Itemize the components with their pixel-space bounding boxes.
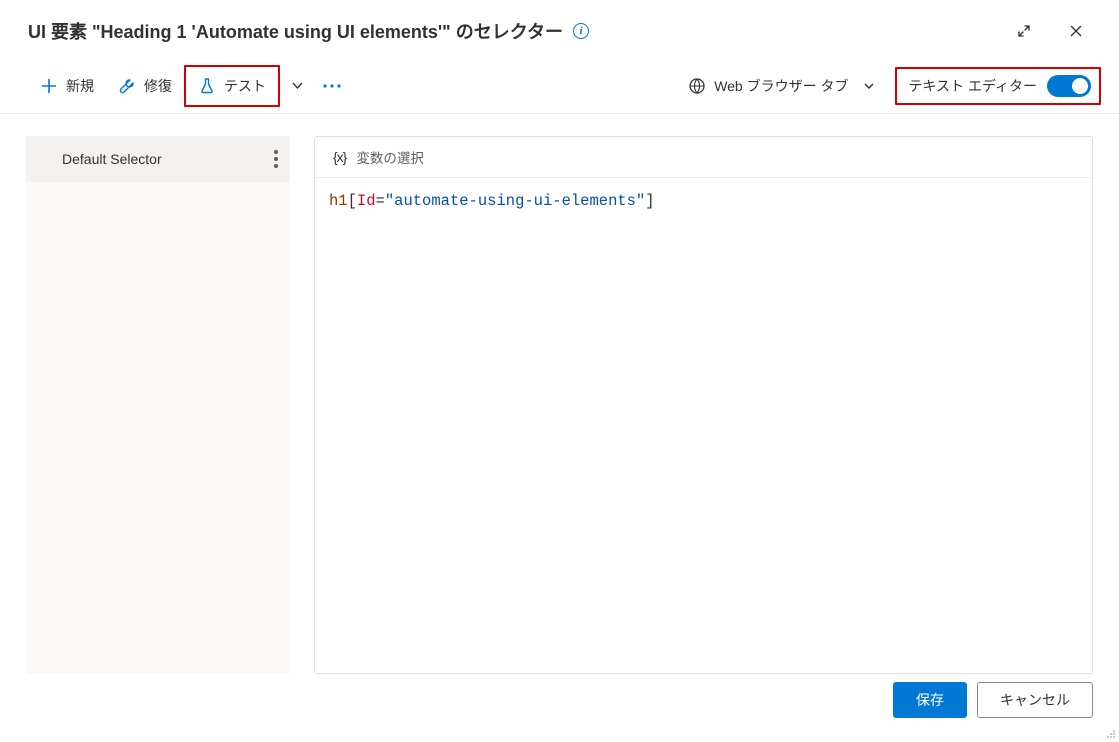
globe-icon [688,77,706,95]
repair-label: 修復 [144,76,172,96]
selector-item-more-button[interactable] [274,150,278,168]
browser-tab-label: Web ブラウザー タブ [714,76,848,96]
code-attr: Id [357,192,376,210]
text-editor-label: テキスト エディター [909,76,1038,96]
cancel-label: キャンセル [1000,690,1070,710]
selector-item-label: Default Selector [62,151,162,167]
text-editor-toggle[interactable] [1047,75,1091,97]
variable-select-button[interactable]: {x} 変数の選択 [315,137,1092,178]
new-button[interactable]: 新規 [28,67,106,105]
test-label: テスト [224,76,266,96]
variable-braces-icon: {x} [333,149,346,165]
toolbar: 新規 修復 テスト Web ブラウザー タブ テキスト エディター [0,58,1119,114]
more-horizontal-icon [323,84,341,88]
close-icon [1069,24,1083,38]
toolbar-more-button[interactable] [314,67,350,105]
highlight-text-editor: テキスト エディター [895,67,1102,105]
repair-button[interactable]: 修復 [106,67,184,105]
flask-icon [198,77,216,95]
expand-button[interactable] [1007,17,1041,45]
browser-tab-selector[interactable]: Web ブラウザー タブ [680,72,882,100]
plus-icon [40,77,58,95]
expand-icon [1017,24,1031,38]
new-label: 新規 [66,76,94,96]
close-button[interactable] [1059,17,1093,45]
code-close-bracket: ] [645,192,654,210]
code-value: "automate-using-ui-elements" [385,192,645,210]
selector-code-editor[interactable]: h1[Id="automate-using-ui-elements"] [315,178,1092,673]
code-open-bracket: [ [348,192,357,210]
dialog-footer: 保存 キャンセル [893,682,1093,718]
code-tag: h1 [329,192,348,210]
wrench-icon [118,77,136,95]
resize-grip-icon[interactable] [1106,729,1116,739]
selector-item[interactable]: Default Selector [26,136,290,182]
code-eq: = [376,192,385,210]
editor-panel: {x} 変数の選択 h1[Id="automate-using-ui-eleme… [314,136,1093,674]
selector-list: Default Selector [26,136,290,674]
chevron-down-icon [863,80,875,92]
toggle-knob [1072,78,1088,94]
toolbar-dropdown-button[interactable] [280,67,314,105]
test-button[interactable]: テスト [186,67,278,105]
cancel-button[interactable]: キャンセル [977,682,1093,718]
chevron-down-icon [291,79,304,92]
text-editor-toggle-wrap: テキスト エディター [897,69,1100,103]
save-label: 保存 [916,690,944,710]
variable-select-label: 変数の選択 [356,147,424,167]
dialog-title: UI 要素 "Heading 1 'Automate using UI elem… [28,18,563,44]
info-icon[interactable]: i [573,23,589,39]
highlight-test: テスト [184,65,280,107]
body-area: Default Selector {x} 変数の選択 h1[Id="automa… [0,114,1119,674]
save-button[interactable]: 保存 [893,682,967,718]
dialog-header: UI 要素 "Heading 1 'Automate using UI elem… [0,0,1119,58]
